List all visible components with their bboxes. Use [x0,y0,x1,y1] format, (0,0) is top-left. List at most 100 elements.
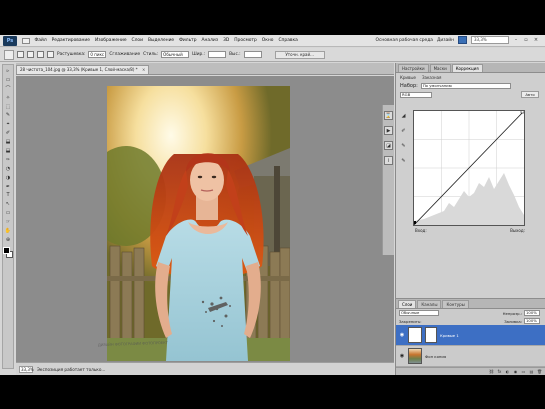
shape-tool-icon[interactable]: ▭ [4,209,13,217]
menu-window[interactable]: Окно [259,38,276,43]
color-swatches[interactable] [3,246,13,259]
white-point-eyedropper-icon[interactable]: ✎ [400,158,407,165]
tab-correction[interactable]: Коррекция [451,64,483,72]
canvas-area[interactable] [16,76,394,362]
menu-filter[interactable]: Фильтр [177,38,199,43]
close-icon[interactable]: × [533,37,539,43]
visibility-eye-icon[interactable]: ◉ [399,332,405,338]
document-image[interactable] [16,76,394,362]
menu-3d[interactable]: 3D [221,38,232,43]
zoom-readout[interactable]: 33,3% [471,36,509,44]
design-workspace-button[interactable]: Дизайн [437,38,454,43]
eraser-tool-icon[interactable]: ✑ [4,156,13,164]
white-point-handle[interactable] [520,109,525,114]
menu-layers[interactable]: Слои [129,38,145,43]
new-group-icon[interactable]: ▭ [521,369,526,374]
minimize-icon[interactable]: – [513,37,519,43]
curve-tools: ◢ ✐ ✎ ✎ [400,113,408,165]
actions-panel-icon[interactable]: ▶ [384,126,393,135]
workspace-label[interactable]: Основная рабочая среда [376,38,433,43]
restore-icon[interactable]: ▫ [523,37,529,43]
smoothing-label[interactable]: Сглаживание [109,52,140,57]
spot-healing-tool-icon[interactable]: ⌖ [4,120,13,128]
3d-rotate-tool-icon[interactable]: ☞ [4,218,13,226]
preset-select[interactable]: По умолчанию [420,82,511,89]
menu-edit[interactable]: Редактирование [49,38,92,43]
layer-name[interactable]: Фон копия [425,354,446,359]
tab-channels[interactable]: Каналы [417,300,442,308]
tab-settings[interactable]: Настройки [398,64,429,72]
eyedropper-tool-icon[interactable]: ✎ [4,111,13,119]
clone-stamp-tool-icon[interactable]: ⬓ [4,138,13,146]
tab-paths[interactable]: Контуры [442,300,469,308]
black-point-handle[interactable] [413,221,416,224]
history-brush-tool-icon[interactable]: ⬓ [4,147,13,155]
tab-masks[interactable]: Маски [429,64,451,72]
layer-mask-thumbnail[interactable] [425,327,437,343]
pen-tool-icon[interactable]: ✒ [4,183,13,191]
dodge-tool-icon[interactable]: ◑ [4,174,13,182]
add-mask-icon[interactable]: ◉ [513,369,518,374]
intersect-selection-icon[interactable] [47,51,54,58]
crop-tool-icon[interactable]: ⬚ [4,103,13,111]
path-select-tool-icon[interactable]: ↖ [4,200,13,208]
opacity-input[interactable]: 100% [524,310,540,316]
custom-title: Заказная [421,74,442,80]
hand-tool-icon[interactable]: ✋ [4,227,13,235]
move-tool-icon[interactable]: ▹ [4,67,13,75]
delete-layer-icon[interactable]: 🗑 [537,369,542,374]
channel-select[interactable]: RGB [400,91,432,98]
type-tool-icon[interactable]: T [4,191,13,199]
launch-bridge-icon[interactable] [22,37,30,44]
new-selection-icon[interactable] [17,51,24,58]
blend-mode-select[interactable]: Обычные [399,310,439,316]
on-image-adjust-icon[interactable]: ◢ [400,113,407,120]
gradient-tool-icon[interactable]: ◔ [4,165,13,173]
curves-graph[interactable] [413,109,525,226]
style-select[interactable]: Обычный [161,51,190,58]
add-selection-icon[interactable] [27,51,34,58]
menu-image[interactable]: Изображение [92,38,129,43]
tool-preset-icon[interactable] [4,49,14,60]
black-point-eyedropper-icon[interactable]: ✐ [400,128,407,135]
brush-tool-icon[interactable]: ✐ [4,129,13,137]
menu-analysis[interactable]: Анализ [199,38,221,43]
layer-name[interactable]: Кривые 1 [440,333,459,338]
feather-input[interactable]: 0 пикс [88,51,107,58]
layer-row-background-copy[interactable]: ◉ Фон копия [396,346,545,367]
tab-layers[interactable]: Слои [398,300,417,308]
quick-select-tool-icon[interactable]: ✧ [4,94,13,102]
history-panel-icon[interactable]: ⌛ [384,111,393,120]
new-adjustment-layer-icon[interactable]: ◐ [505,369,510,374]
info-panel-icon[interactable]: i [384,156,393,165]
auto-button[interactable]: Авто [521,91,539,98]
width-input[interactable] [208,51,227,58]
height-input[interactable] [243,51,262,58]
cs-live-icon[interactable] [458,36,467,44]
menu-help[interactable]: Справка [276,38,300,43]
close-document-icon[interactable]: × [142,67,145,72]
new-layer-icon[interactable]: ▤ [529,369,534,374]
link-layers-icon[interactable]: ⛓ [489,369,494,374]
layer-thumbnail [408,348,422,364]
gray-point-eyedropper-icon[interactable]: ✎ [400,143,407,150]
layers-panel: Слои Каналы Контуры Обычные Непрозр.: 10… [396,298,545,375]
foreground-color-swatch[interactable] [3,246,10,254]
layer-style-icon[interactable]: fx [497,369,502,374]
layer-row-curves[interactable]: ◉ Кривые 1 [396,325,545,346]
status-info-text[interactable]: Экспозиция работает только... [37,367,105,372]
status-zoom-field[interactable]: 33,3% [19,365,34,373]
lasso-tool-icon[interactable]: ⌒ [4,85,13,93]
visibility-eye-icon[interactable]: ◉ [399,353,405,359]
marquee-tool-icon[interactable]: ▭ [4,76,13,84]
document-tab[interactable]: 28 чистота_104.jpg @ 33,3% (Кривые 1, Сл… [16,65,150,74]
style-label: Стиль: [143,52,159,57]
navigator-panel-icon[interactable]: ◪ [384,141,393,150]
menu-file[interactable]: Файл [32,38,49,43]
subtract-selection-icon[interactable] [37,51,44,58]
zoom-tool-icon[interactable]: ⊕ [4,236,13,244]
refine-edge-button[interactable]: Уточн. край... [274,50,325,59]
menu-select[interactable]: Выделение [145,38,176,43]
fill-input[interactable]: 100% [524,318,540,324]
menu-view[interactable]: Просмотр [232,38,260,43]
